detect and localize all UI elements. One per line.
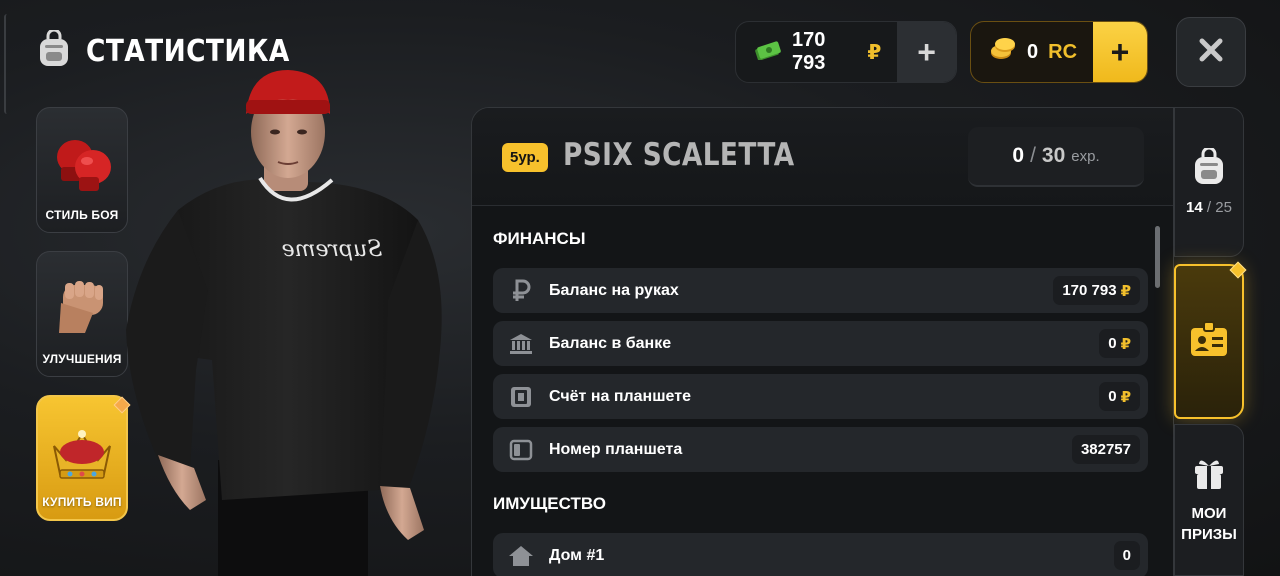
property-row-label: Дом #1 — [549, 546, 605, 564]
finance-row: Баланс на руках 170 793 ₽ — [493, 268, 1148, 313]
property-row-value: 0 — [1122, 547, 1131, 564]
player-header: 5ур. PSIX SCALETTA 0 / 30 exp. — [472, 108, 1173, 206]
finance-row-value-box: 170 793 ₽ — [1053, 276, 1140, 305]
gift-icon — [1192, 456, 1226, 495]
finance-row-value: 0 — [1108, 388, 1117, 405]
finance-row-value: 382757 — [1080, 441, 1131, 458]
my-prizes-label-line1: МОИ — [1191, 504, 1227, 522]
finance-row-label: Баланс в банке — [549, 334, 672, 352]
rc-value: 0 — [1027, 40, 1039, 63]
svg-text:Supreme: Supreme — [282, 237, 383, 262]
id-card-icon — [1189, 320, 1229, 363]
page-title: СТАТИСТИКА — [86, 34, 290, 69]
tab-my-prizes[interactable]: МОИ ПРИЗЫ — [1174, 424, 1244, 576]
menu-buy-vip-label: КУПИТЬ ВИП — [42, 495, 122, 509]
exp-total: 30 — [1041, 144, 1066, 167]
boxing-gloves-icon — [47, 133, 117, 200]
menu-buy-vip-button[interactable]: КУПИТЬ ВИП — [36, 395, 131, 521]
finance-row-currency: ₽ — [1120, 388, 1131, 406]
tab-statistics[interactable] — [1174, 261, 1247, 419]
tablet-account-icon — [493, 385, 549, 409]
crown-icon — [48, 426, 116, 487]
new-indicator-icon — [1229, 261, 1247, 279]
finance-row-value-box: 0 ₽ — [1099, 382, 1140, 411]
property-section-title: ИМУЩЕСТВО — [493, 494, 606, 513]
finance-row-value-box: 0 ₽ — [1099, 329, 1140, 358]
menu-fight-style-button[interactable]: СТИЛЬ БОЯ — [36, 107, 128, 233]
inventory-separator: / — [1206, 199, 1212, 216]
close-icon — [1198, 37, 1224, 68]
house-icon — [493, 544, 549, 568]
finance-row: Номер планшета 382757 — [493, 427, 1148, 472]
finance-row: Счёт на планшете 0 ₽ — [493, 374, 1148, 419]
close-button[interactable] — [1176, 17, 1246, 87]
statistics-panel: 5ур. PSIX SCALETTA 0 / 30 exp. ФИНАНСЫ Б… — [471, 107, 1174, 576]
inventory-count: 14 / 25 — [1186, 199, 1232, 216]
bank-icon — [493, 333, 549, 355]
finance-row-value: 0 — [1108, 335, 1117, 352]
menu-upgrades-button[interactable]: УЛУЧШЕНИЯ — [36, 251, 128, 377]
fist-icon — [51, 273, 113, 344]
player-name: PSIX SCALETTA — [563, 137, 795, 173]
finance-section-title: ФИНАНСЫ — [493, 229, 586, 248]
player-character-model: Supreme — [118, 70, 458, 576]
finance-row-value-box: 382757 — [1071, 435, 1140, 464]
finance-row-currency: ₽ — [1120, 282, 1131, 300]
cash-currency-symbol: ₽ — [867, 41, 882, 64]
page-header: СТАТИСТИКА — [36, 28, 318, 73]
tab-inventory[interactable]: 14 / 25 — [1174, 107, 1244, 257]
finance-row-label: Номер планшета — [549, 440, 683, 458]
finance-row-label: Баланс на руках — [549, 281, 679, 299]
exp-unit: exp. — [1071, 147, 1100, 165]
property-row: Дом #1 0 — [493, 533, 1148, 576]
inventory-current: 14 — [1186, 199, 1203, 216]
experience-counter: 0 / 30 exp. — [968, 127, 1144, 187]
cash-value: 170 793 — [792, 29, 826, 74]
finance-row-currency: ₽ — [1120, 335, 1131, 353]
finance-row-value: 170 793 — [1062, 282, 1117, 299]
cash-balance-widget: 170 793 ₽ + — [735, 21, 957, 83]
ruble-icon — [493, 279, 549, 303]
property-row-value-box: 0 — [1113, 541, 1140, 570]
my-prizes-label-line2: ПРИЗЫ — [1181, 525, 1237, 543]
screen-edge-decoration — [4, 14, 7, 114]
menu-fight-style-label: СТИЛЬ БОЯ — [45, 208, 119, 222]
tablet-icon — [493, 439, 549, 461]
backpack-icon — [36, 28, 72, 73]
add-rc-button[interactable]: + — [1093, 22, 1147, 82]
cash-icon — [754, 38, 782, 66]
rc-balance-widget: 0 RC + — [970, 21, 1148, 83]
menu-upgrades-label: УЛУЧШЕНИЯ — [42, 352, 122, 366]
finance-row-label: Счёт на планшете — [549, 387, 691, 405]
level-badge: 5ур. — [502, 143, 548, 172]
rc-currency-symbol: RC — [1048, 40, 1078, 63]
exp-current: 0 — [1012, 144, 1025, 167]
inventory-total: 25 — [1215, 199, 1232, 216]
panel-scrollbar[interactable] — [1155, 226, 1160, 288]
add-cash-button[interactable]: + — [897, 22, 956, 82]
backpack-icon — [1192, 146, 1226, 191]
my-prizes-label: МОИ ПРИЗЫ — [1181, 503, 1237, 545]
exp-separator: / — [1030, 144, 1036, 167]
finance-row: Баланс в банке 0 ₽ — [493, 321, 1148, 366]
coins-icon — [989, 37, 1017, 67]
